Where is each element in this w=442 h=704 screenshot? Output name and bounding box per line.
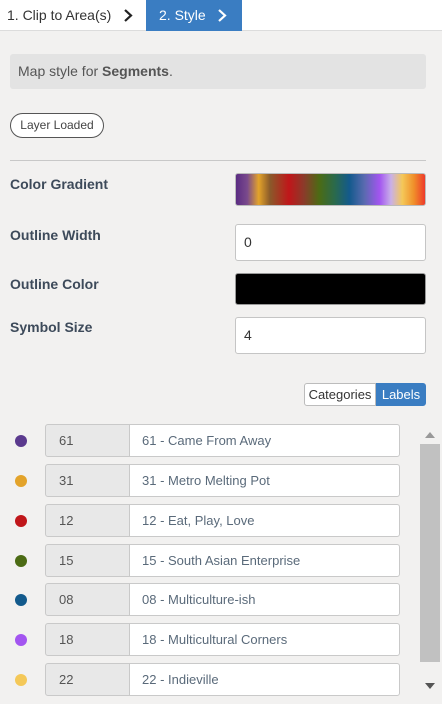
outline-color-label: Outline Color (10, 276, 99, 292)
color-gradient-picker[interactable] (235, 173, 426, 206)
segment-color-dot[interactable] (15, 515, 27, 527)
toggle-labels[interactable]: Labels (376, 383, 426, 406)
tab-label: 2. Style (159, 7, 206, 23)
segment-list: 61 61 - Came From Away 31 31 - Metro Meltin… (0, 420, 420, 704)
outline-width-input[interactable]: 0 (235, 224, 426, 261)
step-tabs: 1. Clip to Area(s) 2. Style (0, 0, 442, 31)
segment-color-dot[interactable] (15, 475, 27, 487)
layer-status-badge: Layer Loaded (10, 113, 104, 138)
segment-row: 31 31 - Metro Melting Pot (0, 464, 420, 498)
segment-color-dot[interactable] (15, 594, 27, 606)
segment-code: 18 (45, 623, 130, 656)
outline-color-picker[interactable] (235, 273, 426, 305)
list-scrollbar[interactable] (420, 428, 442, 704)
symbol-size-input[interactable]: 4 (235, 317, 426, 354)
segment-code: 12 (45, 504, 130, 537)
map-style-info: Map style for Segments. (10, 54, 426, 89)
info-suffix: . (168, 63, 173, 79)
segment-code: 08 (45, 583, 130, 616)
segment-code: 22 (45, 663, 130, 696)
layer-name: Segments (102, 63, 169, 79)
outline-width-label: Outline Width (10, 227, 101, 243)
segment-label-input[interactable]: 18 - Multicultural Corners (129, 623, 400, 656)
tab-style[interactable]: 2. Style (146, 0, 242, 31)
segment-row: 12 12 - Eat, Play, Love (0, 504, 420, 538)
chevron-right-icon (124, 9, 133, 22)
segment-label-input[interactable]: 15 - South Asian Enterprise (129, 544, 400, 577)
segment-label-input[interactable]: 31 - Metro Melting Pot (129, 464, 400, 497)
tab-label: 1. Clip to Area(s) (7, 7, 112, 23)
segment-row: 22 22 - Indieville (0, 663, 420, 697)
segment-row: 15 15 - South Asian Enterprise (0, 544, 420, 578)
segment-row: 08 08 - Multiculture-ish (0, 583, 420, 617)
color-gradient-label: Color Gradient (10, 176, 109, 192)
segment-color-dot[interactable] (15, 674, 27, 686)
divider (10, 160, 426, 161)
info-prefix: Map style for (18, 63, 103, 79)
segment-color-dot[interactable] (15, 555, 27, 567)
segment-label-input[interactable]: 08 - Multiculture-ish (129, 583, 400, 616)
segment-code: 15 (45, 544, 130, 577)
segment-label-input[interactable]: 12 - Eat, Play, Love (129, 504, 400, 537)
segment-label-input[interactable]: 61 - Came From Away (129, 424, 400, 457)
segment-label-input[interactable]: 22 - Indieville (129, 663, 400, 696)
segment-row: 61 61 - Came From Away (0, 424, 420, 458)
scroll-down-icon[interactable] (425, 683, 435, 689)
segment-code: 31 (45, 464, 130, 497)
segment-row: 18 18 - Multicultural Corners (0, 623, 420, 657)
tab-clip-to-area[interactable]: 1. Clip to Area(s) (0, 0, 146, 31)
segment-color-dot[interactable] (15, 435, 27, 447)
symbol-size-label: Symbol Size (10, 319, 93, 335)
scroll-up-icon[interactable] (425, 432, 435, 438)
toggle-categories[interactable]: Categories (304, 383, 376, 406)
segment-color-dot[interactable] (15, 634, 27, 646)
scrollbar-thumb[interactable] (420, 444, 440, 662)
chevron-right-icon (218, 9, 227, 22)
segment-code: 61 (45, 424, 130, 457)
